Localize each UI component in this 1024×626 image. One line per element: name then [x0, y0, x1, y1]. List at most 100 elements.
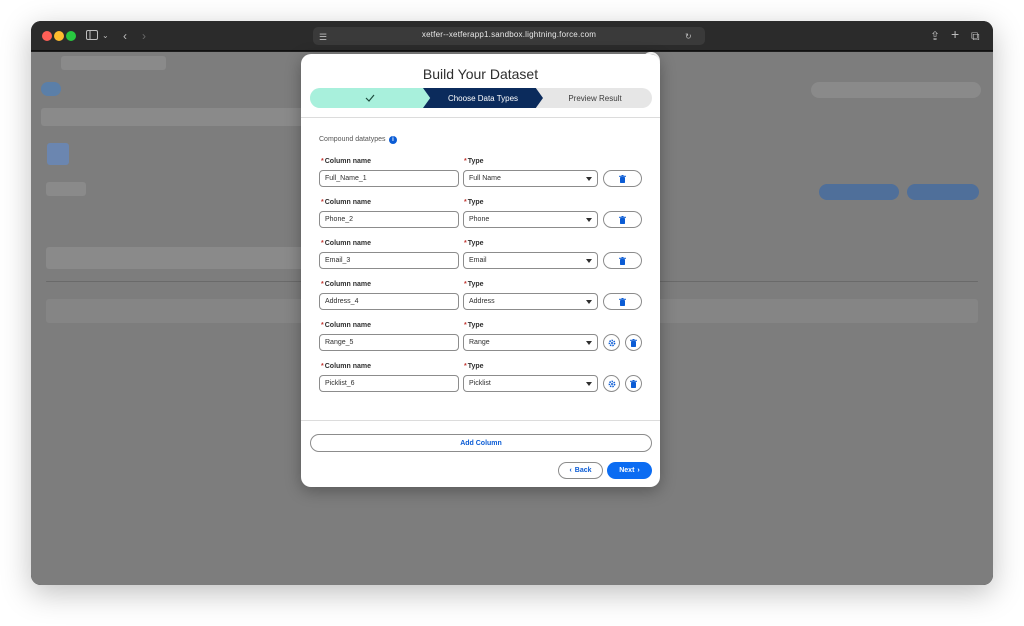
required-marker: * [464, 240, 467, 247]
type-select-value: Email [469, 257, 487, 264]
trash-icon [630, 334, 637, 352]
column-name-input[interactable]: Full_Name_1 [319, 170, 459, 187]
gear-icon [608, 375, 616, 393]
column-name-label: *Column name [321, 240, 371, 247]
browser-titlebar: ⌄ ‹ › ☰ xetfer--xetferapp1.sandbox.light… [31, 21, 993, 51]
share-icon[interactable]: ⇪ [930, 28, 940, 44]
column-name-label: *Column name [321, 281, 371, 288]
column-name-input[interactable]: Range_5 [319, 334, 459, 351]
settings-button[interactable] [603, 334, 620, 351]
required-marker: * [464, 363, 467, 370]
column-name-label: *Column name [321, 199, 371, 206]
footer-divider [301, 420, 660, 421]
chevron-down-icon [586, 218, 592, 222]
required-marker: * [464, 322, 467, 329]
next-button[interactable]: Next › [607, 462, 652, 479]
path-step-choose-data-types[interactable]: Choose Data Types [423, 88, 543, 108]
section-label: Compound datatypes [319, 136, 386, 143]
back-button-label: Back [574, 467, 592, 474]
type-select-value: Phone [469, 216, 490, 223]
required-marker: * [464, 199, 467, 206]
back-nav-icon[interactable]: ‹ [123, 28, 127, 44]
tab-overview-icon[interactable]: ⧉ [971, 28, 980, 44]
address-bar[interactable]: ☰ xetfer--xetferapp1.sandbox.lightning.f… [313, 27, 705, 45]
delete-button[interactable] [603, 293, 642, 310]
chevron-down-icon[interactable]: ⌄ [102, 28, 109, 44]
info-icon[interactable]: i [389, 136, 397, 144]
modal-title: Build Your Dataset [422, 66, 539, 82]
required-marker: * [321, 363, 324, 370]
type-label: *Type [464, 363, 484, 370]
type-label-text: Type [467, 281, 484, 288]
add-column-button[interactable]: Add Column [310, 434, 652, 452]
close-window-button[interactable] [42, 31, 52, 41]
type-label-text: Type [467, 363, 484, 370]
column-name-label-text: Column name [324, 322, 372, 329]
minimize-window-button[interactable] [54, 31, 64, 41]
column-name-input[interactable]: Phone_2 [319, 211, 459, 228]
delete-button[interactable] [603, 211, 642, 228]
type-select[interactable]: Address [463, 293, 598, 310]
type-label: *Type [464, 322, 484, 329]
bg-header-icons [811, 82, 981, 98]
type-label: *Type [464, 199, 484, 206]
trash-icon [619, 252, 626, 270]
next-button-label: Next [619, 467, 635, 474]
chevron-down-icon [586, 341, 592, 345]
forward-nav-icon[interactable]: › [142, 28, 146, 44]
type-select[interactable]: Phone [463, 211, 598, 228]
required-marker: * [464, 158, 467, 165]
column-name-input[interactable]: Address_4 [319, 293, 459, 310]
chevron-down-icon [586, 382, 592, 386]
type-select[interactable]: Range [463, 334, 598, 351]
type-label-text: Type [467, 158, 484, 165]
reload-icon[interactable]: ↻ [685, 29, 692, 45]
sidebar-icon[interactable] [86, 28, 98, 44]
delete-button[interactable] [625, 334, 642, 351]
type-select-value: Address [469, 298, 495, 305]
url-text: xetfer--xetferapp1.sandbox.lightning.for… [421, 30, 597, 39]
type-label: *Type [464, 158, 484, 165]
path-step-preview-result[interactable]: Preview Result [538, 88, 652, 108]
path-step-completed[interactable] [310, 88, 430, 108]
bg-action-1 [819, 184, 899, 200]
type-select[interactable]: Full Name [463, 170, 598, 187]
required-marker: * [321, 281, 324, 288]
type-select-value: Picklist [469, 380, 491, 387]
column-name-label-text: Column name [324, 281, 372, 288]
type-select-value: Full Name [469, 175, 501, 182]
bg-nav [41, 108, 331, 126]
trash-icon [619, 170, 626, 188]
type-label-text: Type [467, 240, 484, 247]
bg-action-2 [907, 184, 979, 200]
type-label: *Type [464, 240, 484, 247]
back-button[interactable]: ‹ Back [558, 462, 603, 479]
column-name-input[interactable]: Picklist_6 [319, 375, 459, 392]
progress-path: Preview Result Choose Data Types [310, 88, 652, 108]
column-name-label: *Column name [321, 158, 371, 165]
column-name-label: *Column name [321, 322, 371, 329]
gear-icon [608, 334, 616, 352]
column-name-label-text: Column name [324, 240, 372, 247]
new-tab-icon[interactable]: + [951, 26, 959, 42]
column-name-input[interactable]: Email_3 [319, 252, 459, 269]
type-label: *Type [464, 281, 484, 288]
delete-button[interactable] [603, 170, 642, 187]
type-label-text: Type [467, 199, 484, 206]
bg-tabs [46, 247, 321, 269]
chevron-down-icon [586, 300, 592, 304]
checkmark-icon [365, 94, 375, 102]
type-select[interactable]: Picklist [463, 375, 598, 392]
chevron-right-icon: › [637, 467, 640, 474]
required-marker: * [321, 240, 324, 247]
delete-button[interactable] [603, 252, 642, 269]
type-select[interactable]: Email [463, 252, 598, 269]
delete-button[interactable] [625, 375, 642, 392]
required-marker: * [321, 158, 324, 165]
trash-icon [630, 375, 637, 393]
zoom-window-button[interactable] [66, 31, 76, 41]
column-name-label-text: Column name [324, 199, 372, 206]
type-select-value: Range [469, 339, 490, 346]
header-divider [301, 117, 660, 118]
settings-button[interactable] [603, 375, 620, 392]
